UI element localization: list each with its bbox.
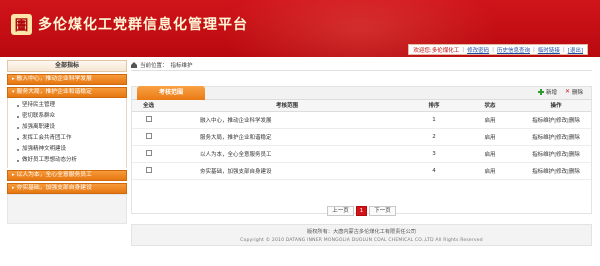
- sidebar-title: 全部指标: [7, 60, 127, 72]
- footer-copyright-cn: 版权所有：大唐内蒙古多伦煤化工有限责任公司: [307, 229, 416, 235]
- row-ops-links[interactable]: 指标维护|修改|删除: [532, 152, 580, 158]
- logo-icon: 圕: [11, 14, 32, 35]
- current-page-button[interactable]: 1: [355, 206, 368, 216]
- bullet-icon: [17, 137, 19, 140]
- scope-table: 全选 考核范围 排序 状态 操作 融入中心，推动企业科学发展 1 启用 指标维护…: [132, 100, 591, 180]
- sidebar-item[interactable]: 坚持民主管理: [8, 100, 126, 111]
- row-ops-links[interactable]: 指标维护|修改|删除: [532, 169, 580, 175]
- bullet-icon: [17, 148, 19, 151]
- prev-page-button[interactable]: 上一页: [327, 206, 354, 216]
- sidebar-group-2[interactable]: ▾ 服务大局，推护企业和谐稳定: [7, 87, 127, 98]
- sidebar-item[interactable]: 加强精神文明建设: [8, 144, 126, 155]
- status-header: 状态: [459, 100, 521, 112]
- table-row: 以人为本，全心全意服务员工 3 启用 指标维护|修改|删除: [132, 145, 591, 163]
- bullet-icon: [17, 115, 19, 118]
- order-header: 排序: [409, 100, 459, 112]
- tab-assessment-scope[interactable]: 考核范围: [137, 86, 205, 100]
- bullet-icon: [17, 104, 19, 107]
- row-name: 融入中心，推动企业科学发展: [165, 111, 409, 129]
- list-panel: 考核范围 新增 ✕ 删除 全选 考核范围 排序 状态 操作 融入中心，推动企业科…: [131, 86, 592, 214]
- user-bar: 欢迎您:多伦煤化工 | 修改密码 | 历史信息查询 | 临时链接 | [退出]: [408, 44, 588, 55]
- sidebar-item[interactable]: 密切联系群众: [8, 111, 126, 122]
- sidebar-group-4[interactable]: ▸ 夯实基础，加强支部自身建设: [7, 183, 127, 194]
- next-page-button[interactable]: 下一页: [369, 206, 396, 216]
- plus-icon: [537, 89, 544, 95]
- top-banner: 圕 多伦煤化工党群信息化管理平台 欢迎您:多伦煤化工 | 修改密码 | 历史信息…: [0, 0, 600, 57]
- table-row: 融入中心，推动企业科学发展 1 启用 指标维护|修改|删除: [132, 111, 591, 129]
- row-checkbox[interactable]: [145, 167, 152, 174]
- table-row: 夯实基础，加强支部自身建设 4 启用 指标维护|修改|删除: [132, 162, 591, 180]
- logout-link[interactable]: [退出]: [568, 46, 583, 54]
- row-order: 2: [409, 128, 459, 146]
- bullet-icon: [17, 159, 19, 162]
- row-status: 启用: [459, 111, 521, 129]
- history-query-link[interactable]: 历史信息查询: [497, 46, 530, 54]
- row-name: 以人为本，全心全意服务员工: [165, 145, 409, 163]
- select-all-header[interactable]: 全选: [132, 100, 165, 112]
- table-header-row: 全选 考核范围 排序 状态 操作: [132, 100, 591, 112]
- row-order: 1: [409, 111, 459, 129]
- sidebar-group-label: 以人为本，全心全意服务员工: [16, 172, 92, 178]
- row-name: 服务大局，推护企业和谐稳定: [165, 128, 409, 146]
- change-password-link[interactable]: 修改密码: [467, 46, 489, 54]
- row-name: 夯实基础，加强支部自身建设: [165, 162, 409, 180]
- panel-actions: 新增 ✕ 删除: [537, 88, 583, 97]
- main-content: 当前位置： 指标维护 考核范围 新增 ✕ 删除 全选 考核范围 排序 状态 操作…: [131, 60, 592, 256]
- footer-copyright-en: Copyright © 2010 DATANG INNER MONGOLIA D…: [240, 238, 483, 243]
- breadcrumb-current: 指标维护: [170, 63, 193, 69]
- row-order: 3: [409, 145, 459, 163]
- sidebar-spacer: [7, 194, 127, 224]
- breadcrumb: 当前位置： 指标维护: [131, 60, 592, 71]
- app-title: 多伦煤化工党群信息化管理平台: [38, 17, 248, 33]
- name-header: 考核范围: [165, 100, 409, 112]
- row-checkbox[interactable]: [145, 116, 152, 123]
- ops-header: 操作: [521, 100, 591, 112]
- panel-header: 考核范围 新增 ✕ 删除: [132, 86, 591, 100]
- temp-link[interactable]: 临时链接: [538, 46, 560, 54]
- arrow-right-icon: ▸: [12, 76, 15, 82]
- sidebar-group-1[interactable]: ▸ 融入中心，推动企业科学发展: [7, 74, 127, 85]
- row-checkbox[interactable]: [145, 150, 152, 157]
- sidebar-item[interactable]: 加强离职建设: [8, 122, 126, 133]
- delete-x-icon: ✕: [564, 88, 570, 95]
- sidebar-group-label: 夯实基础，加强支部自身建设: [16, 185, 92, 191]
- breadcrumb-prefix: 当前位置：: [140, 63, 168, 69]
- delete-button[interactable]: ✕ 删除: [564, 88, 583, 97]
- sidebar: 全部指标 ▸ 融入中心，推动企业科学发展 ▾ 服务大局，推护企业和谐稳定 坚持民…: [7, 60, 127, 256]
- sidebar-group-label: 融入中心，推动企业科学发展: [16, 76, 92, 82]
- row-status: 启用: [459, 128, 521, 146]
- sidebar-group-label: 服务大局，推护企业和谐稳定: [16, 89, 92, 95]
- arrow-right-icon: ▸: [12, 172, 15, 178]
- footer: 版权所有：大唐内蒙古多伦煤化工有限责任公司 Copyright © 2010 D…: [131, 224, 592, 246]
- bullet-icon: [17, 126, 19, 129]
- row-ops-links[interactable]: 指标维护|修改|删除: [532, 118, 580, 124]
- row-order: 4: [409, 162, 459, 180]
- arrow-down-icon: ▾: [12, 89, 15, 95]
- row-status: 启用: [459, 145, 521, 163]
- sidebar-submenu: 坚持民主管理 密切联系群众 加强离职建设 发挥工会共青团工作 加强精神文明建设 …: [7, 98, 127, 168]
- row-checkbox[interactable]: [145, 133, 152, 140]
- table-row: 服务大局，推护企业和谐稳定 2 启用 指标维护|修改|删除: [132, 128, 591, 146]
- row-ops-links[interactable]: 指标维护|修改|删除: [532, 135, 580, 141]
- sidebar-item[interactable]: 做好员工思想动态分析: [8, 155, 126, 166]
- arrow-right-icon: ▸: [12, 185, 15, 191]
- add-button[interactable]: 新增: [537, 88, 557, 96]
- home-icon: [131, 61, 137, 68]
- sidebar-group-3[interactable]: ▸ 以人为本，全心全意服务员工: [7, 170, 127, 181]
- sidebar-item[interactable]: 发挥工会共青团工作: [8, 133, 126, 144]
- welcome-text: 欢迎您:多伦煤化工: [413, 47, 460, 54]
- row-status: 启用: [459, 162, 521, 180]
- pagination: 上一页 1 下一页: [131, 205, 592, 217]
